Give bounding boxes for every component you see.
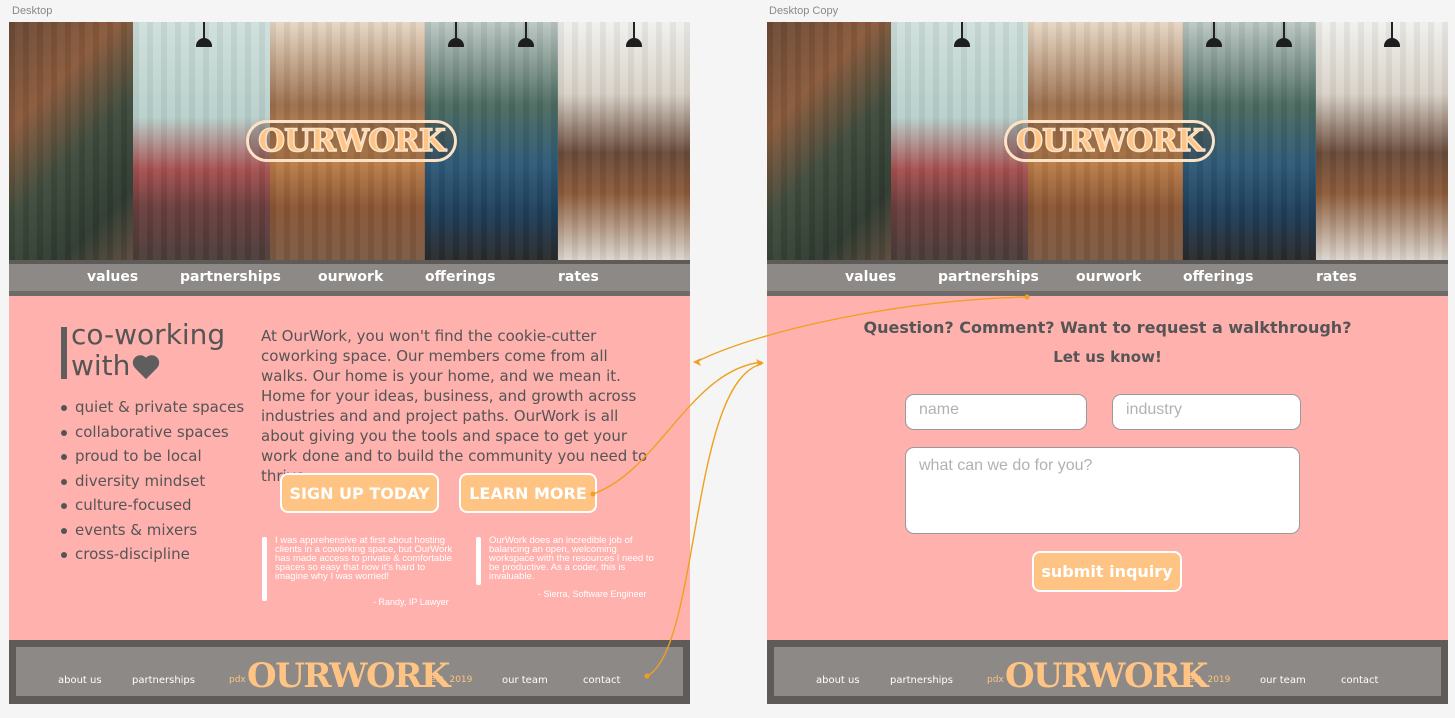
artboard-label-desktop-copy: Desktop Copy xyxy=(769,5,839,17)
footer-link-about[interactable]: about us xyxy=(58,675,102,686)
testimonial-text: OurWork does an incredible job of balanc… xyxy=(489,535,654,582)
hero-logo: OURWORK xyxy=(1004,120,1215,162)
footer-link-partnerships[interactable]: partnerships xyxy=(890,675,953,686)
quote-bar xyxy=(476,537,481,585)
list-item: culture-focused xyxy=(61,493,244,518)
nav-item-values[interactable]: values xyxy=(87,269,138,285)
list-item: collaborative spaces xyxy=(61,420,244,445)
submit-inquiry-button[interactable]: submit inquiry xyxy=(1032,551,1182,592)
testimonial-author: - Sierra, Software Engineer xyxy=(538,589,647,599)
list-item: proud to be local xyxy=(61,444,244,469)
list-item: events & mixers xyxy=(61,518,244,543)
testimonial-author: - Randy, IP Lawyer xyxy=(373,597,449,607)
hero-image: OURWORK xyxy=(9,22,690,260)
artboard-label-desktop: Desktop xyxy=(12,5,53,17)
nav-item-ourwork[interactable]: ourwork xyxy=(1076,269,1141,285)
footer-link-about[interactable]: about us xyxy=(816,675,860,686)
contact-heading: Question? Comment? Want to request a wal… xyxy=(863,318,1352,337)
hero-image: OURWORK xyxy=(767,22,1448,260)
footer-link-team[interactable]: our team xyxy=(502,675,548,686)
footer-pdx: pdx xyxy=(229,675,246,685)
footer-logo: OURWORK xyxy=(1005,656,1208,696)
name-field[interactable]: name xyxy=(905,394,1087,430)
nav-item-offerings[interactable]: offerings xyxy=(1183,269,1253,285)
sign-up-button[interactable]: SIGN UP TODAY xyxy=(280,473,439,513)
contact-subheading: Let us know! xyxy=(1053,348,1162,366)
industry-field[interactable]: industry xyxy=(1112,394,1301,430)
message-field[interactable]: what can we do for you? xyxy=(905,447,1300,534)
page-title: co-working with xyxy=(71,318,226,382)
nav-item-rates[interactable]: rates xyxy=(558,269,599,285)
heart-icon xyxy=(133,354,160,381)
footer-pdx: pdx xyxy=(987,675,1004,685)
footer-link-contact[interactable]: contact xyxy=(583,675,620,686)
nav-item-ourwork[interactable]: ourwork xyxy=(318,269,383,285)
nav-item-partnerships[interactable]: partnerships xyxy=(180,269,281,285)
hero-logo: OURWORK xyxy=(246,120,457,162)
nav-item-offerings[interactable]: offerings xyxy=(425,269,495,285)
list-item: diversity mindset xyxy=(61,469,244,494)
main-nav: values partnerships ourwork offerings ra… xyxy=(767,260,1448,296)
footer-est: est. 2019 xyxy=(1188,675,1231,685)
nav-item-partnerships[interactable]: partnerships xyxy=(938,269,1039,285)
title-accent-bar xyxy=(61,327,67,379)
footer-link-partnerships[interactable]: partnerships xyxy=(132,675,195,686)
feature-list: quiet & private spaces collaborative spa… xyxy=(61,395,244,567)
nav-item-values[interactable]: values xyxy=(845,269,896,285)
footer-est: est. 2019 xyxy=(430,675,473,685)
footer: about us partnerships pdx OURWORK est. 2… xyxy=(767,640,1448,704)
arrow-left-icon xyxy=(693,358,701,366)
footer: about us partnerships pdx OURWORK est. 2… xyxy=(9,640,690,704)
footer-link-team[interactable]: our team xyxy=(1260,675,1306,686)
about-paragraph: At OurWork, you won't find the cookie-cu… xyxy=(261,327,648,485)
footer-link-contact[interactable]: contact xyxy=(1341,675,1378,686)
arrow-right-icon xyxy=(756,359,764,367)
list-item: cross-discipline xyxy=(61,542,244,567)
nav-item-rates[interactable]: rates xyxy=(1316,269,1357,285)
testimonial-text: I was apprehensive at first about hostin… xyxy=(275,535,453,582)
footer-logo: OURWORK xyxy=(247,656,450,696)
artboard-desktop-copy: OURWORK values partnerships ourwork offe… xyxy=(767,22,1448,704)
list-item: quiet & private spaces xyxy=(61,395,244,420)
learn-more-button[interactable]: LEARN MORE xyxy=(459,473,597,513)
main-nav: values partnerships ourwork offerings ra… xyxy=(9,260,690,296)
quote-bar xyxy=(262,537,267,601)
artboard-desktop: OURWORK values partnerships ourwork offe… xyxy=(9,22,690,704)
